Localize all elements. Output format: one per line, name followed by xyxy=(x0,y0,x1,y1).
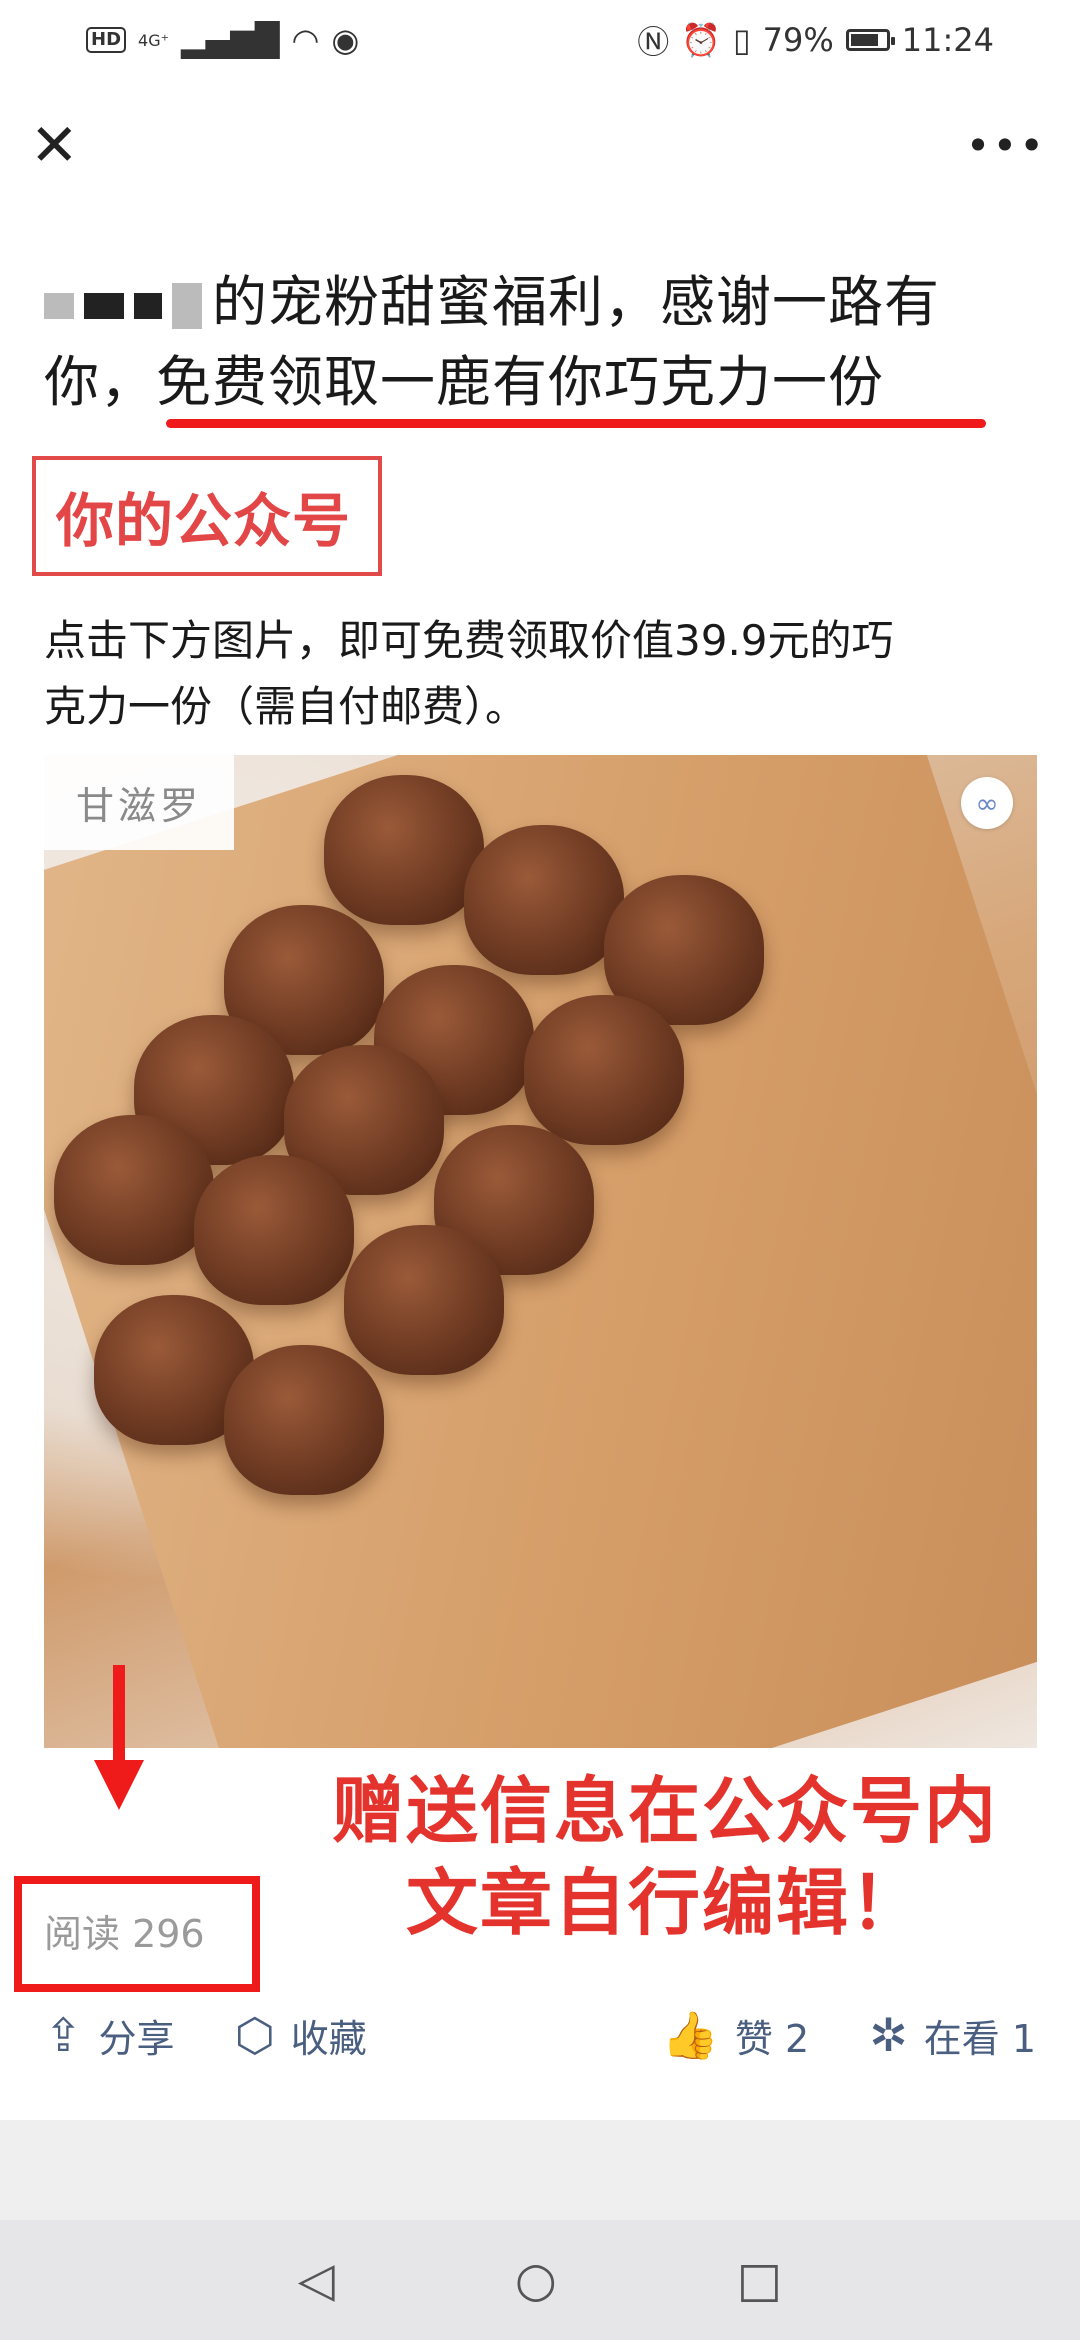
body-line-1: 点击下方图片，即可免费领取价值39.9元的巧 xyxy=(44,616,894,665)
annotation-arrow-head xyxy=(94,1760,144,1810)
share-label: 分享 xyxy=(98,2016,175,2061)
favorite-label: 收藏 xyxy=(290,2016,367,2061)
truffle xyxy=(344,1225,504,1375)
redacted-mark xyxy=(84,292,124,319)
wifi-icon: ◠ xyxy=(291,21,320,59)
truffle xyxy=(524,995,684,1145)
article-body: 点击下方图片，即可免费领取价值39.9元的巧 克力一份（需自付邮费）。 xyxy=(44,608,1044,740)
signal-bars-icon: ▂▄▆█ xyxy=(181,21,280,59)
battery-percent: 79% xyxy=(762,21,834,59)
clock: 11:24 xyxy=(901,21,994,59)
action-bar: ⇪ 分享 ⬡ 收藏 👍 赞 2 ✲ 在看 1 xyxy=(0,2000,1080,2070)
annotation-line-1: 赠送信息在公众号内 xyxy=(331,1769,998,1853)
annotation-line-2: 文章自行编辑！ xyxy=(405,1861,924,1945)
hd-icon: HD xyxy=(86,27,127,53)
truffle xyxy=(224,1345,384,1495)
account-name: 你的公众号 xyxy=(56,487,352,555)
title-highlight: 免费领取一鹿有你巧克力一份 xyxy=(156,350,885,414)
like-label: 赞 2 xyxy=(734,2016,810,2061)
truffle xyxy=(54,1115,214,1265)
link-icon[interactable]: ∞ xyxy=(961,777,1013,829)
like-button[interactable]: 👍 赞 2 xyxy=(662,2008,810,2063)
status-left: HD 4G⁺ ▂▄▆█ ◠ ◉ xyxy=(86,21,359,59)
redacted-mark xyxy=(172,282,202,329)
red-underline xyxy=(166,419,986,428)
read-count: 阅读 296 xyxy=(44,1912,205,1956)
star-icon: ✲ xyxy=(869,2008,908,2062)
body-line-2: 克力一份（需自付邮费）。 xyxy=(44,682,528,731)
top-nav: ✕ ••• xyxy=(0,100,1080,190)
battery-icon xyxy=(845,29,895,51)
title-line-2-prefix: 你， xyxy=(44,350,157,414)
annotation-text: 赠送信息在公众号内 文章自行编辑！ xyxy=(300,1765,1030,1949)
truffle xyxy=(324,775,484,925)
home-icon[interactable]: ○ xyxy=(515,2252,557,2308)
favorite-button[interactable]: ⬡ 收藏 xyxy=(235,2008,662,2063)
status-right: Ⓝ ⏰ ▯ 79% 11:24 xyxy=(637,17,994,63)
recents-icon[interactable]: □ xyxy=(737,2252,782,2308)
truffle xyxy=(194,1155,354,1305)
title-line-1: 的宠粉甜蜜福利，感谢一路有 xyxy=(44,262,1044,342)
truffle xyxy=(464,825,624,975)
close-icon[interactable]: ✕ xyxy=(30,116,79,174)
signal-label: 4G⁺ xyxy=(138,30,170,50)
back-icon[interactable]: ◁ xyxy=(298,2252,335,2308)
redacted-mark xyxy=(134,292,162,319)
share-icon: ⇪ xyxy=(44,2008,83,2062)
content-gap xyxy=(0,2120,1080,2220)
system-nav-bar: ◁ ○ □ xyxy=(0,2220,1080,2340)
alarm-icon: ⏰ xyxy=(681,21,722,59)
redacted-mark xyxy=(44,292,74,319)
article-title: 的宠粉甜蜜福利，感谢一路有 你，免费领取一鹿有你巧克力一份 xyxy=(44,262,1044,422)
title-line-1-text: 的宠粉甜蜜福利，感谢一路有 xyxy=(212,270,941,334)
watching-button[interactable]: ✲ 在看 1 xyxy=(869,2008,1036,2063)
brand-tag: 甘滋罗 xyxy=(44,755,234,850)
status-bar: HD 4G⁺ ▂▄▆█ ◠ ◉ Ⓝ ⏰ ▯ 79% 11:24 xyxy=(0,0,1080,80)
vibrate-icon: ▯ xyxy=(733,21,751,59)
cube-icon: ⬡ xyxy=(234,2008,275,2062)
watching-label: 在看 1 xyxy=(923,2016,1036,2061)
annotation-arrow xyxy=(113,1665,125,1775)
share-button[interactable]: ⇪ 分享 xyxy=(44,2008,175,2063)
account-name-box[interactable]: 你的公众号 xyxy=(32,456,382,576)
thumbs-up-icon: 👍 xyxy=(661,2007,719,2062)
more-icon[interactable]: ••• xyxy=(966,121,1046,170)
nfc-icon: Ⓝ xyxy=(637,23,670,61)
chocolate-product-image[interactable]: 甘滋罗 ∞ xyxy=(44,755,1037,1748)
title-line-2: 你，免费领取一鹿有你巧克力一份 xyxy=(44,342,1044,422)
battery-fill xyxy=(850,34,878,46)
eye-icon: ◉ xyxy=(331,21,360,59)
